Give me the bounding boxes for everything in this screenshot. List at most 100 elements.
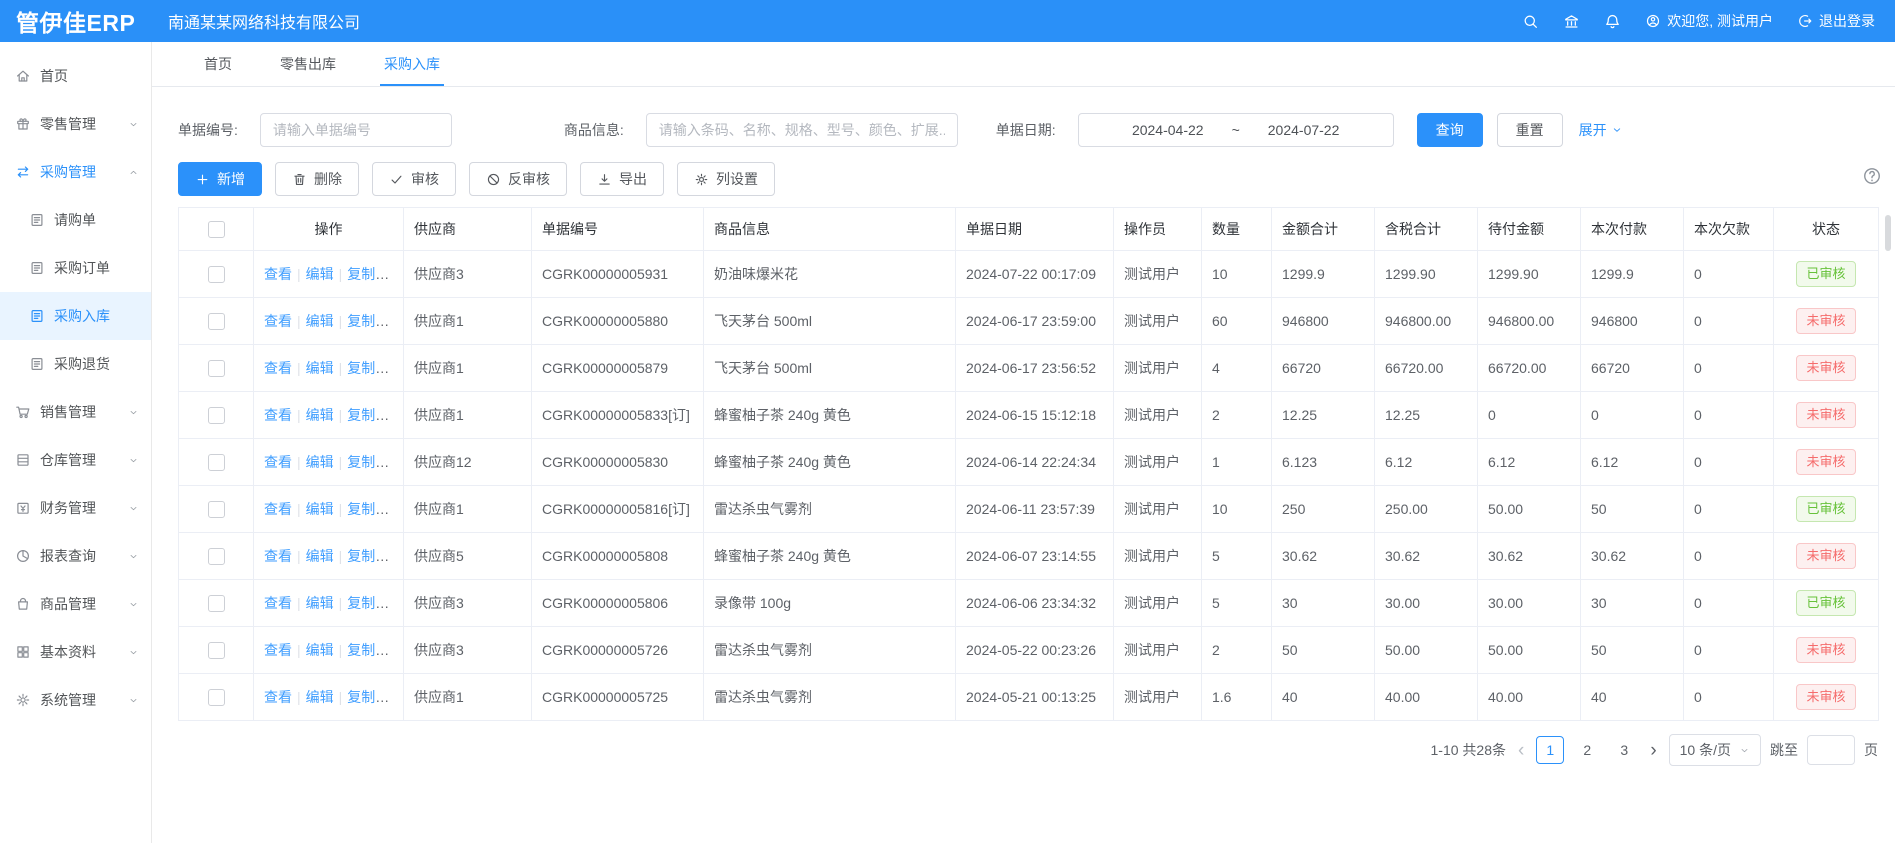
action-copy-link[interactable]: 复制 bbox=[347, 407, 389, 423]
select-all-checkbox[interactable] bbox=[208, 221, 225, 238]
search-icon[interactable] bbox=[1522, 13, 1539, 30]
action-view-link[interactable]: 查看 bbox=[264, 266, 292, 282]
notification-bell-icon[interactable] bbox=[1604, 13, 1621, 30]
sidebar-item-retail-mgmt[interactable]: 零售管理 bbox=[0, 100, 151, 148]
row-checkbox[interactable] bbox=[208, 642, 225, 659]
action-edit-link[interactable]: 编辑 bbox=[306, 595, 334, 611]
sidebar-item-purchase-order[interactable]: 采购订单 bbox=[0, 244, 151, 292]
action-copy-link[interactable]: 复制 bbox=[347, 501, 389, 517]
sidebar-item-purchase-return[interactable]: 采购退货 bbox=[0, 340, 151, 388]
action-delete-link[interactable]: 删除 bbox=[389, 548, 404, 564]
action-view-link[interactable]: 查看 bbox=[264, 595, 292, 611]
page-number-button[interactable]: 2 bbox=[1573, 736, 1601, 764]
tab-home[interactable]: 首页 bbox=[180, 42, 256, 86]
table-scrollbar-thumb[interactable] bbox=[1885, 215, 1891, 251]
delete-button[interactable]: 删除 bbox=[275, 162, 359, 196]
action-edit-link[interactable]: 编辑 bbox=[306, 642, 334, 658]
action-view-link[interactable]: 查看 bbox=[264, 454, 292, 470]
sidebar-item-basic-data[interactable]: 基本资料 bbox=[0, 628, 151, 676]
action-edit-link[interactable]: 编辑 bbox=[306, 548, 334, 564]
action-delete-link[interactable]: 删除 bbox=[389, 595, 404, 611]
tab-purchase-inbound[interactable]: 采购入库 bbox=[360, 42, 464, 86]
date-start-value[interactable]: 2024-04-22 bbox=[1132, 122, 1204, 138]
action-view-link[interactable]: 查看 bbox=[264, 313, 292, 329]
action-delete-link[interactable]: 删除 bbox=[389, 454, 404, 470]
organization-icon[interactable] bbox=[1563, 13, 1580, 30]
sidebar-item-finance-mgmt[interactable]: 财务管理 bbox=[0, 484, 151, 532]
row-checkbox[interactable] bbox=[208, 266, 225, 283]
action-copy-link[interactable]: 复制 bbox=[347, 266, 389, 282]
tab-retail-outbound[interactable]: 零售出库 bbox=[256, 42, 360, 86]
sidebar-item-report-query[interactable]: 报表查询 bbox=[0, 532, 151, 580]
action-edit-link[interactable]: 编辑 bbox=[306, 360, 334, 376]
action-edit-link[interactable]: 编辑 bbox=[306, 454, 334, 470]
prev-page-button[interactable]: ‹ bbox=[1515, 741, 1527, 760]
bill-no-input[interactable] bbox=[260, 113, 452, 147]
product-info-input[interactable] bbox=[646, 113, 958, 147]
action-view-link[interactable]: 查看 bbox=[264, 642, 292, 658]
row-checkbox[interactable] bbox=[208, 407, 225, 424]
action-copy-link[interactable]: 复制 bbox=[347, 548, 389, 564]
action-edit-link[interactable]: 编辑 bbox=[306, 501, 334, 517]
export-button[interactable]: 导出 bbox=[580, 162, 664, 196]
user-menu[interactable]: 欢迎您, 测试用户 bbox=[1645, 11, 1773, 31]
action-edit-link[interactable]: 编辑 bbox=[306, 689, 334, 705]
operator-cell: 测试用户 bbox=[1114, 674, 1202, 721]
row-checkbox[interactable] bbox=[208, 454, 225, 471]
row-checkbox[interactable] bbox=[208, 548, 225, 565]
sidebar-item-purchase-mgmt[interactable]: 采购管理 bbox=[0, 148, 151, 196]
page-number-button[interactable]: 1 bbox=[1536, 736, 1564, 764]
logout-button[interactable]: 退出登录 bbox=[1797, 11, 1875, 31]
audit-button[interactable]: 审核 bbox=[372, 162, 456, 196]
add-button[interactable]: 新增 bbox=[178, 162, 262, 196]
action-edit-link[interactable]: 编辑 bbox=[306, 407, 334, 423]
unaudit-button[interactable]: 反审核 bbox=[469, 162, 567, 196]
expand-toggle[interactable]: 展开 bbox=[1579, 120, 1623, 140]
next-page-button[interactable]: › bbox=[1647, 741, 1659, 760]
action-view-link[interactable]: 查看 bbox=[264, 501, 292, 517]
sidebar-item-home[interactable]: 首页 bbox=[0, 52, 151, 100]
sidebar-item-system-mgmt[interactable]: 系统管理 bbox=[0, 676, 151, 724]
action-copy-link[interactable]: 复制 bbox=[347, 689, 389, 705]
page-size-select[interactable]: 10 条/页 bbox=[1669, 734, 1761, 766]
row-checkbox[interactable] bbox=[208, 313, 225, 330]
action-view-link[interactable]: 查看 bbox=[264, 360, 292, 376]
row-checkbox[interactable] bbox=[208, 501, 225, 518]
column-settings-button[interactable]: 列设置 bbox=[677, 162, 775, 196]
action-delete-link[interactable]: 删除 bbox=[389, 266, 404, 282]
action-edit-link[interactable]: 编辑 bbox=[306, 313, 334, 329]
amount-tax-cell: 946800.00 bbox=[1375, 298, 1478, 345]
action-delete-link[interactable]: 删除 bbox=[389, 501, 404, 517]
sidebar-item-label: 采购订单 bbox=[54, 258, 110, 278]
row-checkbox[interactable] bbox=[208, 689, 225, 706]
page-number-button[interactable]: 3 bbox=[1610, 736, 1638, 764]
action-copy-link[interactable]: 复制 bbox=[347, 454, 389, 470]
sidebar-item-sales-mgmt[interactable]: 销售管理 bbox=[0, 388, 151, 436]
action-delete-link[interactable]: 删除 bbox=[389, 642, 404, 658]
row-checkbox[interactable] bbox=[208, 360, 225, 377]
sidebar-item-warehouse-mgmt[interactable]: 仓库管理 bbox=[0, 436, 151, 484]
action-delete-link[interactable]: 删除 bbox=[389, 313, 404, 329]
help-icon[interactable] bbox=[1862, 166, 1882, 186]
action-view-link[interactable]: 查看 bbox=[264, 548, 292, 564]
sidebar-item-product-mgmt[interactable]: 商品管理 bbox=[0, 580, 151, 628]
search-button[interactable]: 查询 bbox=[1417, 113, 1483, 147]
sidebar-item-purchase-request[interactable]: 请购单 bbox=[0, 196, 151, 244]
action-copy-link[interactable]: 复制 bbox=[347, 313, 389, 329]
sidebar-item-purchase-inbound[interactable]: 采购入库 bbox=[0, 292, 151, 340]
action-edit-link[interactable]: 编辑 bbox=[306, 266, 334, 282]
action-delete-link[interactable]: 删除 bbox=[389, 689, 404, 705]
reset-button[interactable]: 重置 bbox=[1497, 113, 1563, 147]
action-view-link[interactable]: 查看 bbox=[264, 407, 292, 423]
action-copy-link[interactable]: 复制 bbox=[347, 642, 389, 658]
row-checkbox[interactable] bbox=[208, 595, 225, 612]
action-delete-link[interactable]: 删除 bbox=[389, 360, 404, 376]
date-end-value[interactable]: 2024-07-22 bbox=[1268, 122, 1340, 138]
jump-page-input[interactable] bbox=[1807, 735, 1855, 765]
payable-cell: 0 bbox=[1478, 392, 1581, 439]
action-view-link[interactable]: 查看 bbox=[264, 689, 292, 705]
date-range-input[interactable]: 2024-04-22 ~ 2024-07-22 bbox=[1078, 113, 1394, 147]
action-delete-link[interactable]: 删除 bbox=[389, 407, 404, 423]
action-copy-link[interactable]: 复制 bbox=[347, 595, 389, 611]
action-copy-link[interactable]: 复制 bbox=[347, 360, 389, 376]
